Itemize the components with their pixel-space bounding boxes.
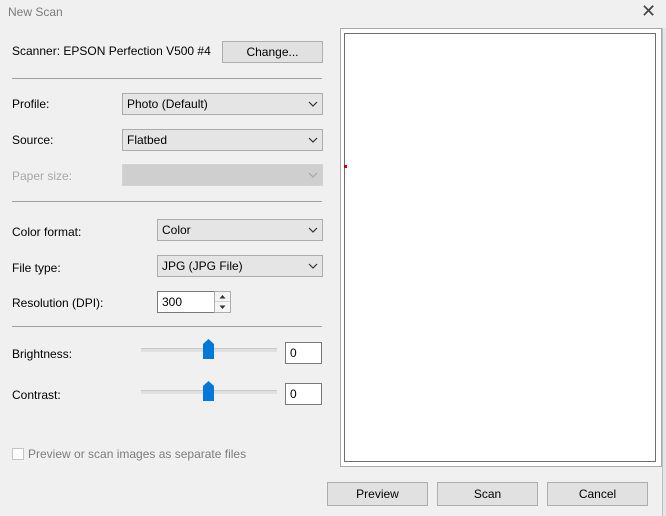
brightness-input[interactable]: 0 xyxy=(285,342,322,364)
contrast-input[interactable]: 0 xyxy=(285,383,322,405)
color-format-label: Color format: xyxy=(12,225,82,239)
preview-marker xyxy=(344,165,347,168)
contrast-slider-thumb[interactable] xyxy=(203,381,214,401)
spin-up-arrow-icon[interactable] xyxy=(215,292,230,302)
brightness-slider-thumb[interactable] xyxy=(203,339,214,359)
color-format-select[interactable]: Color xyxy=(157,219,323,241)
preview-bed[interactable] xyxy=(344,33,656,462)
window-title: New Scan xyxy=(8,5,63,19)
contrast-label: Contrast: xyxy=(12,388,61,402)
profile-label: Profile: xyxy=(12,97,50,111)
file-type-label: File type: xyxy=(12,261,61,275)
close-icon[interactable]: ✕ xyxy=(641,2,656,20)
profile-select[interactable]: Photo (Default) xyxy=(122,93,323,115)
chevron-down-icon xyxy=(308,263,318,269)
separator xyxy=(12,78,322,79)
separator xyxy=(12,326,322,327)
scan-button[interactable]: Scan xyxy=(437,482,538,506)
preview-button[interactable]: Preview xyxy=(327,482,428,506)
file-type-value: JPG (JPG File) xyxy=(162,259,243,273)
source-label: Source: xyxy=(12,133,54,147)
profile-value: Photo (Default) xyxy=(127,97,208,111)
resolution-input[interactable]: 300 xyxy=(157,291,215,313)
chevron-down-icon xyxy=(308,101,318,107)
file-type-select[interactable]: JPG (JPG File) xyxy=(157,255,323,277)
window-edge xyxy=(662,28,666,516)
brightness-label: Brightness: xyxy=(12,347,73,361)
color-format-value: Color xyxy=(162,223,191,237)
cancel-button[interactable]: Cancel xyxy=(547,482,648,506)
separator xyxy=(12,201,322,202)
scanner-label: Scanner: EPSON Perfection V500 #4 xyxy=(12,44,211,58)
resolution-spinner[interactable] xyxy=(214,291,231,313)
paper-size-label: Paper size: xyxy=(12,169,73,183)
chevron-down-icon xyxy=(308,227,318,233)
change-scanner-button[interactable]: Change... xyxy=(222,41,323,63)
source-select[interactable]: Flatbed xyxy=(122,129,323,151)
separate-files-label: Preview or scan images as separate files xyxy=(28,447,247,461)
resolution-label: Resolution (DPI): xyxy=(12,296,104,310)
source-value: Flatbed xyxy=(127,133,168,147)
chevron-down-icon xyxy=(308,172,318,178)
paper-size-select[interactable] xyxy=(122,164,323,186)
separate-files-checkbox[interactable] xyxy=(12,448,24,460)
chevron-down-icon xyxy=(308,137,318,143)
spin-down-arrow-icon[interactable] xyxy=(215,302,230,312)
